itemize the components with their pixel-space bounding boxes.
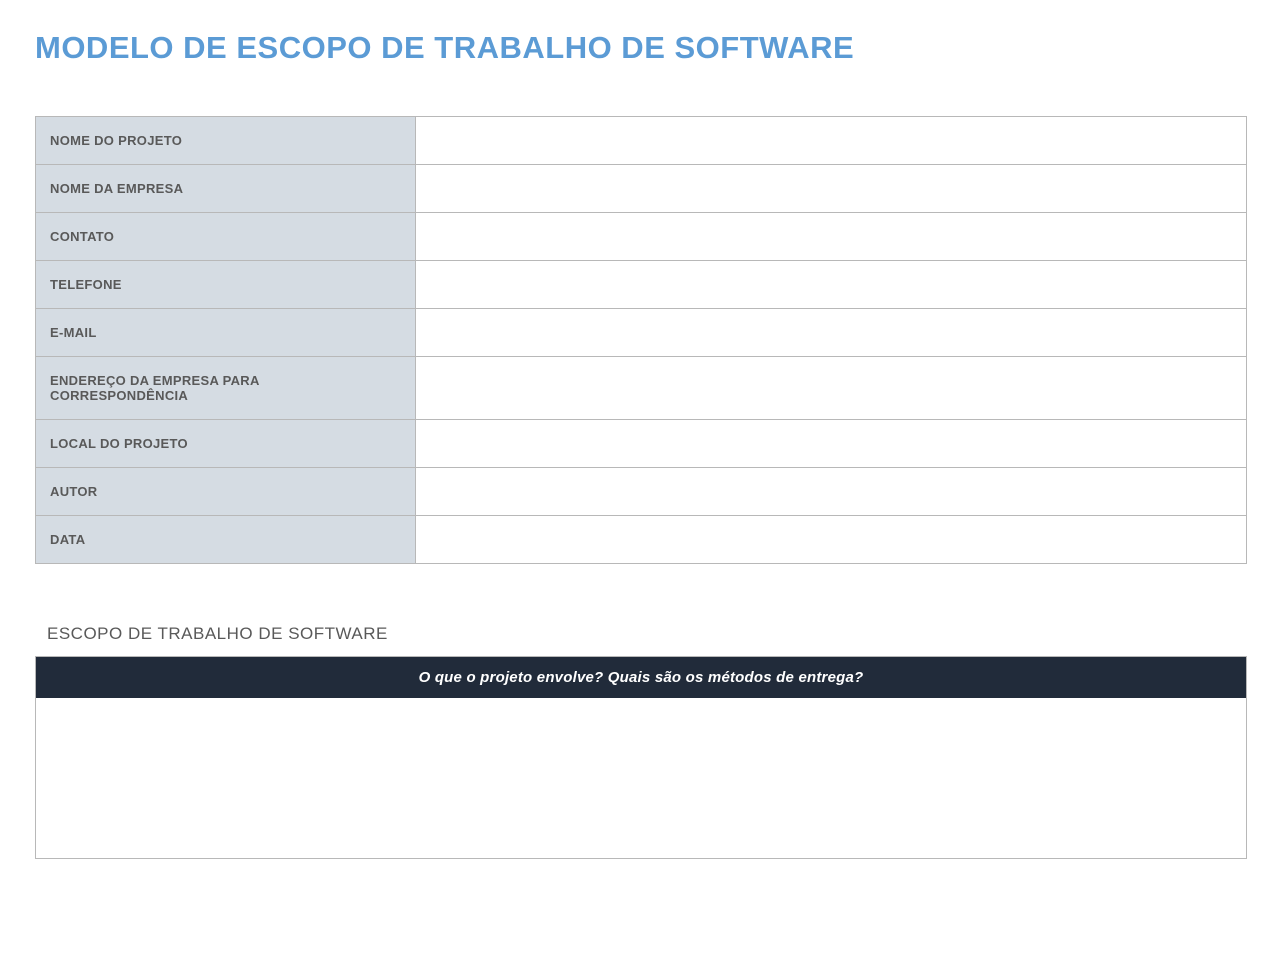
table-row: TELEFONE <box>36 261 1247 309</box>
label-contact: CONTATO <box>36 213 416 261</box>
value-project-location[interactable] <box>416 420 1247 468</box>
table-row: NOME DO PROJETO <box>36 117 1247 165</box>
project-info-table: NOME DO PROJETO NOME DA EMPRESA CONTATO … <box>35 116 1247 564</box>
label-company-name: NOME DA EMPRESA <box>36 165 416 213</box>
label-project-name: NOME DO PROJETO <box>36 117 416 165</box>
page-title: MODELO DE ESCOPO DE TRABALHO DE SOFTWARE <box>35 30 1247 66</box>
table-row: CONTATO <box>36 213 1247 261</box>
table-row: AUTOR <box>36 468 1247 516</box>
value-contact[interactable] <box>416 213 1247 261</box>
value-company-name[interactable] <box>416 165 1247 213</box>
label-date: DATA <box>36 516 416 564</box>
table-row: NOME DA EMPRESA <box>36 165 1247 213</box>
value-email[interactable] <box>416 309 1247 357</box>
value-date[interactable] <box>416 516 1247 564</box>
value-mailing-address[interactable] <box>416 357 1247 420</box>
table-row: DATA <box>36 516 1247 564</box>
value-author[interactable] <box>416 468 1247 516</box>
scope-content-area[interactable] <box>36 698 1246 858</box>
label-phone: TELEFONE <box>36 261 416 309</box>
table-row: LOCAL DO PROJETO <box>36 420 1247 468</box>
label-email: E-MAIL <box>36 309 416 357</box>
table-row: E-MAIL <box>36 309 1247 357</box>
value-phone[interactable] <box>416 261 1247 309</box>
scope-prompt-header: O que o projeto envolve? Quais são os mé… <box>36 657 1246 698</box>
label-mailing-address: ENDEREÇO DA EMPRESA PARA CORRESPONDÊNCIA <box>36 357 416 420</box>
scope-box: O que o projeto envolve? Quais são os mé… <box>35 656 1247 859</box>
scope-section-title: ESCOPO DE TRABALHO DE SOFTWARE <box>47 624 1247 644</box>
label-author: AUTOR <box>36 468 416 516</box>
label-project-location: LOCAL DO PROJETO <box>36 420 416 468</box>
table-row: ENDEREÇO DA EMPRESA PARA CORRESPONDÊNCIA <box>36 357 1247 420</box>
value-project-name[interactable] <box>416 117 1247 165</box>
